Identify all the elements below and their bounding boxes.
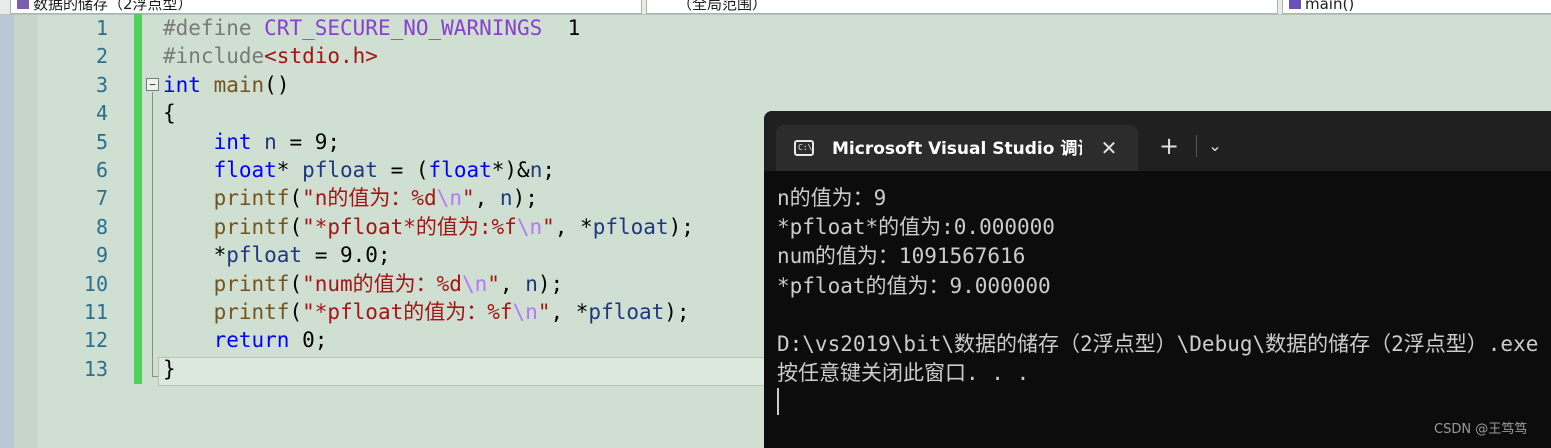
code-line: printf("n的值为：%d\n", n);	[213, 186, 538, 211]
console-line: *pfloat的值为：9.000000	[777, 273, 1051, 298]
code-line: *pfloat = 9.0;	[163, 243, 391, 268]
watermark: CSDN @王笃笃	[1434, 422, 1528, 437]
code-line: int main()	[163, 72, 290, 97]
line-number-column: 1 2 3 4 5 6 7 8 9 10 11 12 13	[38, 14, 108, 383]
chevron-down-icon[interactable]: ⌄	[1200, 131, 1230, 161]
fold-guide	[152, 92, 153, 377]
console-line: n的值为：9	[777, 186, 887, 210]
console-tab-strip: C:\ Microsoft Visual Studio 调试控制台 ✕ + ⌄	[764, 111, 1551, 171]
console-line: num的值为：1091567616	[777, 244, 1026, 269]
line-number: 11	[83, 299, 108, 324]
console-line: *pfloat*的值为:0.000000	[777, 215, 1055, 240]
line-number: 3	[95, 72, 108, 97]
code-line: }	[163, 356, 176, 381]
terminal-icon: C:\	[794, 140, 814, 156]
code-line: {	[163, 101, 176, 126]
code-line: float* pfloat = (float*)&n;	[213, 157, 555, 182]
member-label: main()	[1305, 0, 1355, 13]
line-number: 8	[95, 214, 108, 239]
indicator-margin	[14, 15, 38, 448]
terminal-icon-label: C:\	[798, 143, 813, 152]
global-scope-label: （全局范围）	[677, 0, 768, 13]
line-number: 2	[95, 44, 108, 69]
new-tab-button[interactable]: +	[1154, 131, 1184, 161]
line-number: 13	[83, 356, 108, 381]
global-scope-dropdown[interactable]: （全局范围）	[646, 0, 1278, 14]
line-number: 6	[95, 157, 108, 182]
console-line: D:\vs2019\bit\数据的储存（2浮点型）\Debug\数据的储存（2浮…	[777, 331, 1539, 356]
code-line: #define CRT_SECURE_NO_WARNINGS 1	[163, 16, 581, 40]
tab-divider	[1196, 135, 1197, 157]
console-tab-title: Microsoft Visual Studio 调试控制台	[832, 139, 1082, 159]
code-line: printf("*pfloat的值为：%f\n", *pfloat);	[213, 299, 690, 324]
editor-navigation-bar: 数据的储存（2浮点型） （全局范围） main()	[0, 0, 1551, 15]
line-number: 9	[95, 243, 108, 268]
close-icon[interactable]: ✕	[1096, 135, 1122, 161]
line-number: 12	[83, 328, 108, 353]
debug-console-window[interactable]: C:\ Microsoft Visual Studio 调试控制台 ✕ + ⌄ …	[764, 111, 1551, 448]
function-icon	[1289, 0, 1301, 9]
line-number: 10	[83, 271, 108, 296]
console-line: 按任意键关闭此窗口. . .	[777, 361, 1030, 386]
code-line: #include<stdio.h>	[163, 44, 378, 69]
text-cursor	[777, 388, 779, 415]
console-tab[interactable]: C:\ Microsoft Visual Studio 调试控制台 ✕	[776, 125, 1138, 171]
code-line: int n = 9;	[213, 129, 341, 154]
code-line: return 0;	[213, 328, 328, 353]
console-output: n的值为：9 *pfloat*的值为:0.000000 num的值为：10915…	[777, 184, 1551, 388]
member-dropdown[interactable]: main()	[1282, 0, 1551, 14]
file-scope-dropdown[interactable]: 数据的储存（2浮点型）	[10, 0, 642, 14]
line-number: 7	[95, 186, 108, 211]
change-tracking-bar	[134, 14, 142, 384]
line-number: 4	[95, 101, 108, 126]
file-scope-label: 数据的储存（2浮点型）	[33, 0, 193, 13]
line-number: 1	[95, 16, 108, 40]
fold-toggle-icon[interactable]: −	[146, 78, 159, 91]
line-number: 5	[95, 129, 108, 154]
glyph-margin	[0, 15, 14, 448]
project-icon	[17, 0, 29, 9]
code-line: printf("*pfloat*的值为:%f\n", *pfloat);	[213, 214, 694, 239]
code-line: printf("num的值为：%d\n", n);	[213, 271, 564, 296]
code-editor[interactable]: #define CRT_SECURE_NO_WARNINGS 1 #includ…	[163, 14, 694, 383]
